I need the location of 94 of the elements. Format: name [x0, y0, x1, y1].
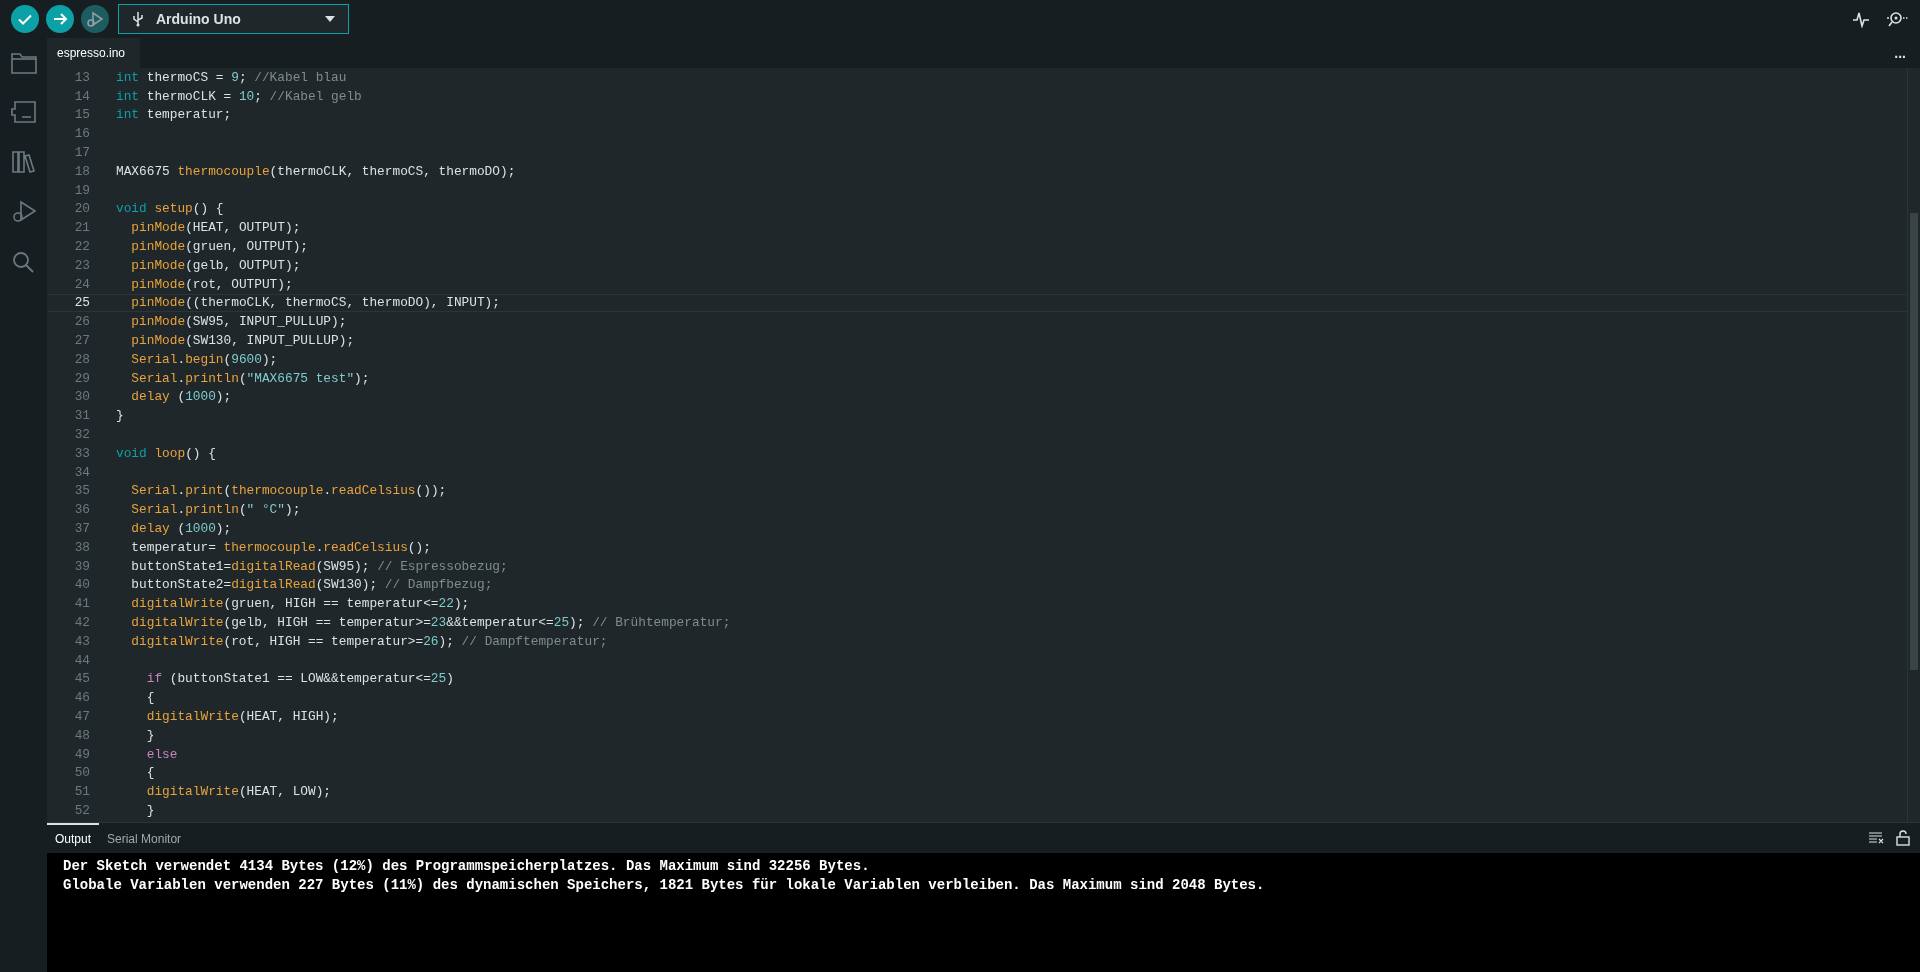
file-tab[interactable]: espresso.ino	[47, 38, 140, 68]
line-number: 45	[73, 671, 90, 687]
line-number: 16	[73, 126, 90, 142]
line-number: 28	[73, 351, 90, 367]
code-line: digitalWrite(gelb, HIGH == temperatur>=23&&temperatur<=25); // Brühtemperatur;	[130, 615, 731, 630]
code-line: if (buttonState1 == LOW&&temperatur<=25)	[145, 671, 454, 687]
line-number: 48	[73, 727, 90, 743]
code-line: buttonState2=digitalRead(SW130); // Dampfbezug;	[130, 577, 493, 593]
code-line: digitalWrite(rot, HIGH == temperatur>=26); // Dampftemperatur;	[130, 633, 608, 649]
code-line: digitalWrite(gruen, HIGH == temperatur<=22);	[130, 596, 470, 612]
code-line: delay (1000);	[130, 521, 232, 536]
code-line: }	[116, 408, 124, 424]
line-number: 15	[73, 107, 90, 123]
magnifier-icon	[1886, 10, 1908, 28]
output-line: Der Sketch verwendet 4134 Bytes (12%) des Programmspeicherplatzes. Das Maximum sind 32256 Bytes.	[63, 857, 871, 876]
code-line: Serial.println(" °C");	[130, 502, 301, 518]
verify-button[interactable]	[11, 5, 39, 33]
line-number: 39	[73, 558, 90, 574]
code-line: int thermoCS = 9; //Kabel blau	[116, 69, 347, 85]
code-line: buttonState1=digitalRead(SW95); // Espressobezug;	[130, 558, 508, 574]
books-icon[interactable]	[10, 150, 37, 174]
code-line: digitalWrite(HEAT, HIGH);	[145, 709, 339, 724]
clear-output-icon[interactable]	[1868, 832, 1884, 844]
board-icon[interactable]	[10, 100, 37, 124]
code-line: void setup() {	[116, 201, 224, 217]
line-number: 40	[73, 577, 90, 593]
line-number: 22	[73, 239, 90, 255]
line-number: 13	[73, 69, 90, 85]
line-number: 33	[73, 445, 90, 461]
line-number: 14	[73, 88, 90, 104]
code-line: {	[145, 690, 155, 706]
line-number: 27	[73, 333, 90, 349]
line-number: 31	[73, 408, 90, 424]
line-number: 38	[73, 539, 90, 555]
debug-icon	[86, 10, 104, 28]
code-line: pinMode((thermoCLK, thermoCS, thermoDO), INPUT);	[130, 295, 500, 311]
code-line: Serial.print(thermocouple.readCelsius());	[130, 483, 447, 499]
code-line: pinMode(SW130, INPUT_PULLUP);	[130, 333, 355, 349]
code-line: void loop() {	[116, 445, 216, 461]
code-line: pinMode(gelb, OUTPUT);	[130, 257, 301, 273]
line-number: 21	[73, 220, 90, 236]
line-number: 49	[73, 746, 90, 762]
code-line: }	[145, 727, 155, 743]
line-number: 52	[73, 802, 90, 818]
line-number: 37	[73, 521, 90, 536]
line-number: 43	[73, 633, 90, 649]
code-line: }	[145, 802, 155, 818]
code-line: Serial.begin(9600);	[130, 351, 278, 367]
line-number: 23	[73, 257, 90, 273]
code-line: pinMode(SW95, INPUT_PULLUP);	[130, 314, 347, 330]
folder-icon[interactable]	[10, 52, 37, 74]
board-selector[interactable]: Arduino Uno	[118, 4, 349, 34]
output-line: Globale Variablen verwenden 227 Bytes (11%) des dynamischen Speichers, 1821 Bytes für lokale Variablen verbleiben. Das Maximum sind 2048 Bytes.	[63, 876, 1266, 895]
line-number: 47	[73, 709, 90, 724]
debug-icon[interactable]	[10, 200, 37, 224]
line-number: 18	[73, 163, 90, 179]
line-number: 26	[73, 314, 90, 330]
line-number: 41	[73, 596, 90, 612]
line-number: 50	[73, 765, 90, 781]
line-number: 42	[73, 615, 90, 630]
code-line: digitalWrite(HEAT, LOW);	[145, 784, 332, 800]
line-number: 46	[73, 690, 90, 706]
code-line: {	[145, 765, 155, 781]
line-number: 29	[73, 370, 90, 386]
line-number: 34	[73, 464, 90, 480]
line-number: 32	[73, 427, 90, 443]
line-number: 51	[73, 784, 90, 800]
line-number: 35	[73, 483, 90, 499]
code-line: pinMode(gruen, OUTPUT);	[130, 239, 308, 255]
more-menu[interactable]: ...	[1880, 38, 1920, 68]
code-line: int temperatur;	[116, 107, 232, 123]
line-number: 20	[73, 201, 90, 217]
line-number: 19	[73, 182, 90, 198]
line-number: 30	[73, 389, 90, 405]
caret-icon	[325, 16, 335, 22]
line-number: 17	[73, 145, 90, 161]
code-line: MAX6675 thermocouple(thermoCLK, thermoCS, thermoDO);	[116, 163, 516, 179]
code-line: int thermoCLK = 10; //Kabel gelb	[116, 88, 362, 104]
plotter-icon	[1852, 10, 1870, 28]
upload-button[interactable]	[46, 5, 74, 33]
line-number: 36	[73, 502, 90, 518]
line-number: 44	[73, 652, 90, 668]
code-line: delay (1000);	[130, 389, 232, 405]
code-line: temperatur= thermocouple.readCelsius();	[130, 539, 431, 555]
usb-icon	[132, 11, 144, 27]
line-number: 24	[73, 276, 90, 292]
unlocked-padlock-icon[interactable]	[1896, 830, 1910, 846]
code-line: pinMode(HEAT, OUTPUT);	[130, 220, 301, 236]
panel-tab[interactable]: Serial Monitor	[99, 823, 190, 853]
code-line: else	[145, 746, 178, 762]
line-number: 25	[73, 295, 90, 311]
scrollbar-thumb[interactable]	[1910, 213, 1918, 670]
code-line: Serial.println("MAX6675 test");	[130, 370, 370, 386]
code-line: pinMode(rot, OUTPUT);	[130, 276, 293, 292]
